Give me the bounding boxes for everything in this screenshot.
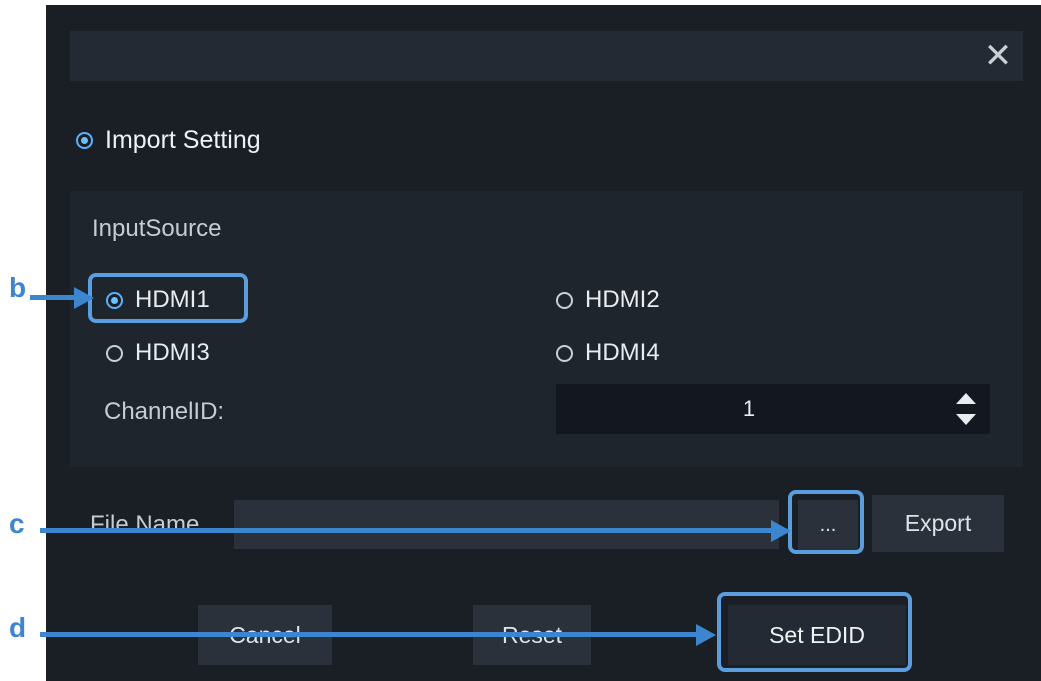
export-button[interactable]: Export bbox=[872, 495, 1004, 552]
radio-hdmi4-label: HDMI4 bbox=[585, 339, 660, 366]
input-source-panel: InputSource HDMI1 HDMI2 HDMI3 HDMI4 Chan… bbox=[70, 191, 1023, 467]
channel-id-spinbox[interactable]: 1 bbox=[556, 384, 990, 434]
file-name-label: File Name bbox=[90, 511, 200, 538]
highlight-box-set-edid bbox=[717, 592, 912, 672]
spinbox-buttons bbox=[946, 384, 990, 434]
annotation-label-d: d bbox=[9, 612, 27, 643]
channel-id-value[interactable]: 1 bbox=[556, 384, 942, 434]
arrow-b-head-icon bbox=[74, 287, 94, 309]
radio-hdmi3[interactable]: HDMI3 bbox=[106, 339, 210, 367]
arrow-d-line bbox=[40, 632, 700, 637]
arrow-d-head-icon bbox=[696, 624, 716, 646]
highlight-box-hdmi1 bbox=[88, 273, 248, 323]
file-name-input[interactable] bbox=[234, 500, 779, 549]
close-icon[interactable]: ✕ bbox=[973, 31, 1023, 81]
annotation-label-c: c bbox=[9, 508, 25, 539]
spin-down-icon[interactable] bbox=[956, 414, 976, 425]
annotation-label-b: b bbox=[9, 272, 27, 303]
radio-hdmi4[interactable]: HDMI4 bbox=[556, 339, 660, 367]
edid-dialog: ✕ Import Setting InputSource HDMI1 HDMI2… bbox=[46, 5, 1041, 681]
radio-hdmi2-label: HDMI2 bbox=[585, 286, 660, 313]
radio-unselected-icon bbox=[556, 344, 573, 362]
radio-hdmi2[interactable]: HDMI2 bbox=[556, 286, 660, 314]
radio-hdmi3-label: HDMI3 bbox=[135, 339, 210, 366]
import-setting-label: Import Setting bbox=[105, 125, 261, 154]
radio-selected-icon bbox=[76, 131, 93, 149]
radio-unselected-icon bbox=[106, 344, 123, 362]
dialog-title-bar: ✕ bbox=[70, 31, 1023, 81]
channel-id-label: ChannelID: bbox=[104, 398, 225, 425]
highlight-box-browse bbox=[788, 490, 864, 554]
input-source-title: InputSource bbox=[92, 215, 222, 242]
arrow-b-line bbox=[30, 295, 78, 300]
radio-unselected-icon bbox=[556, 291, 573, 309]
arrow-c-head-icon bbox=[771, 520, 791, 542]
import-setting-radio[interactable]: Import Setting bbox=[76, 120, 261, 160]
arrow-c-line bbox=[40, 528, 775, 533]
spin-up-icon[interactable] bbox=[956, 393, 976, 404]
